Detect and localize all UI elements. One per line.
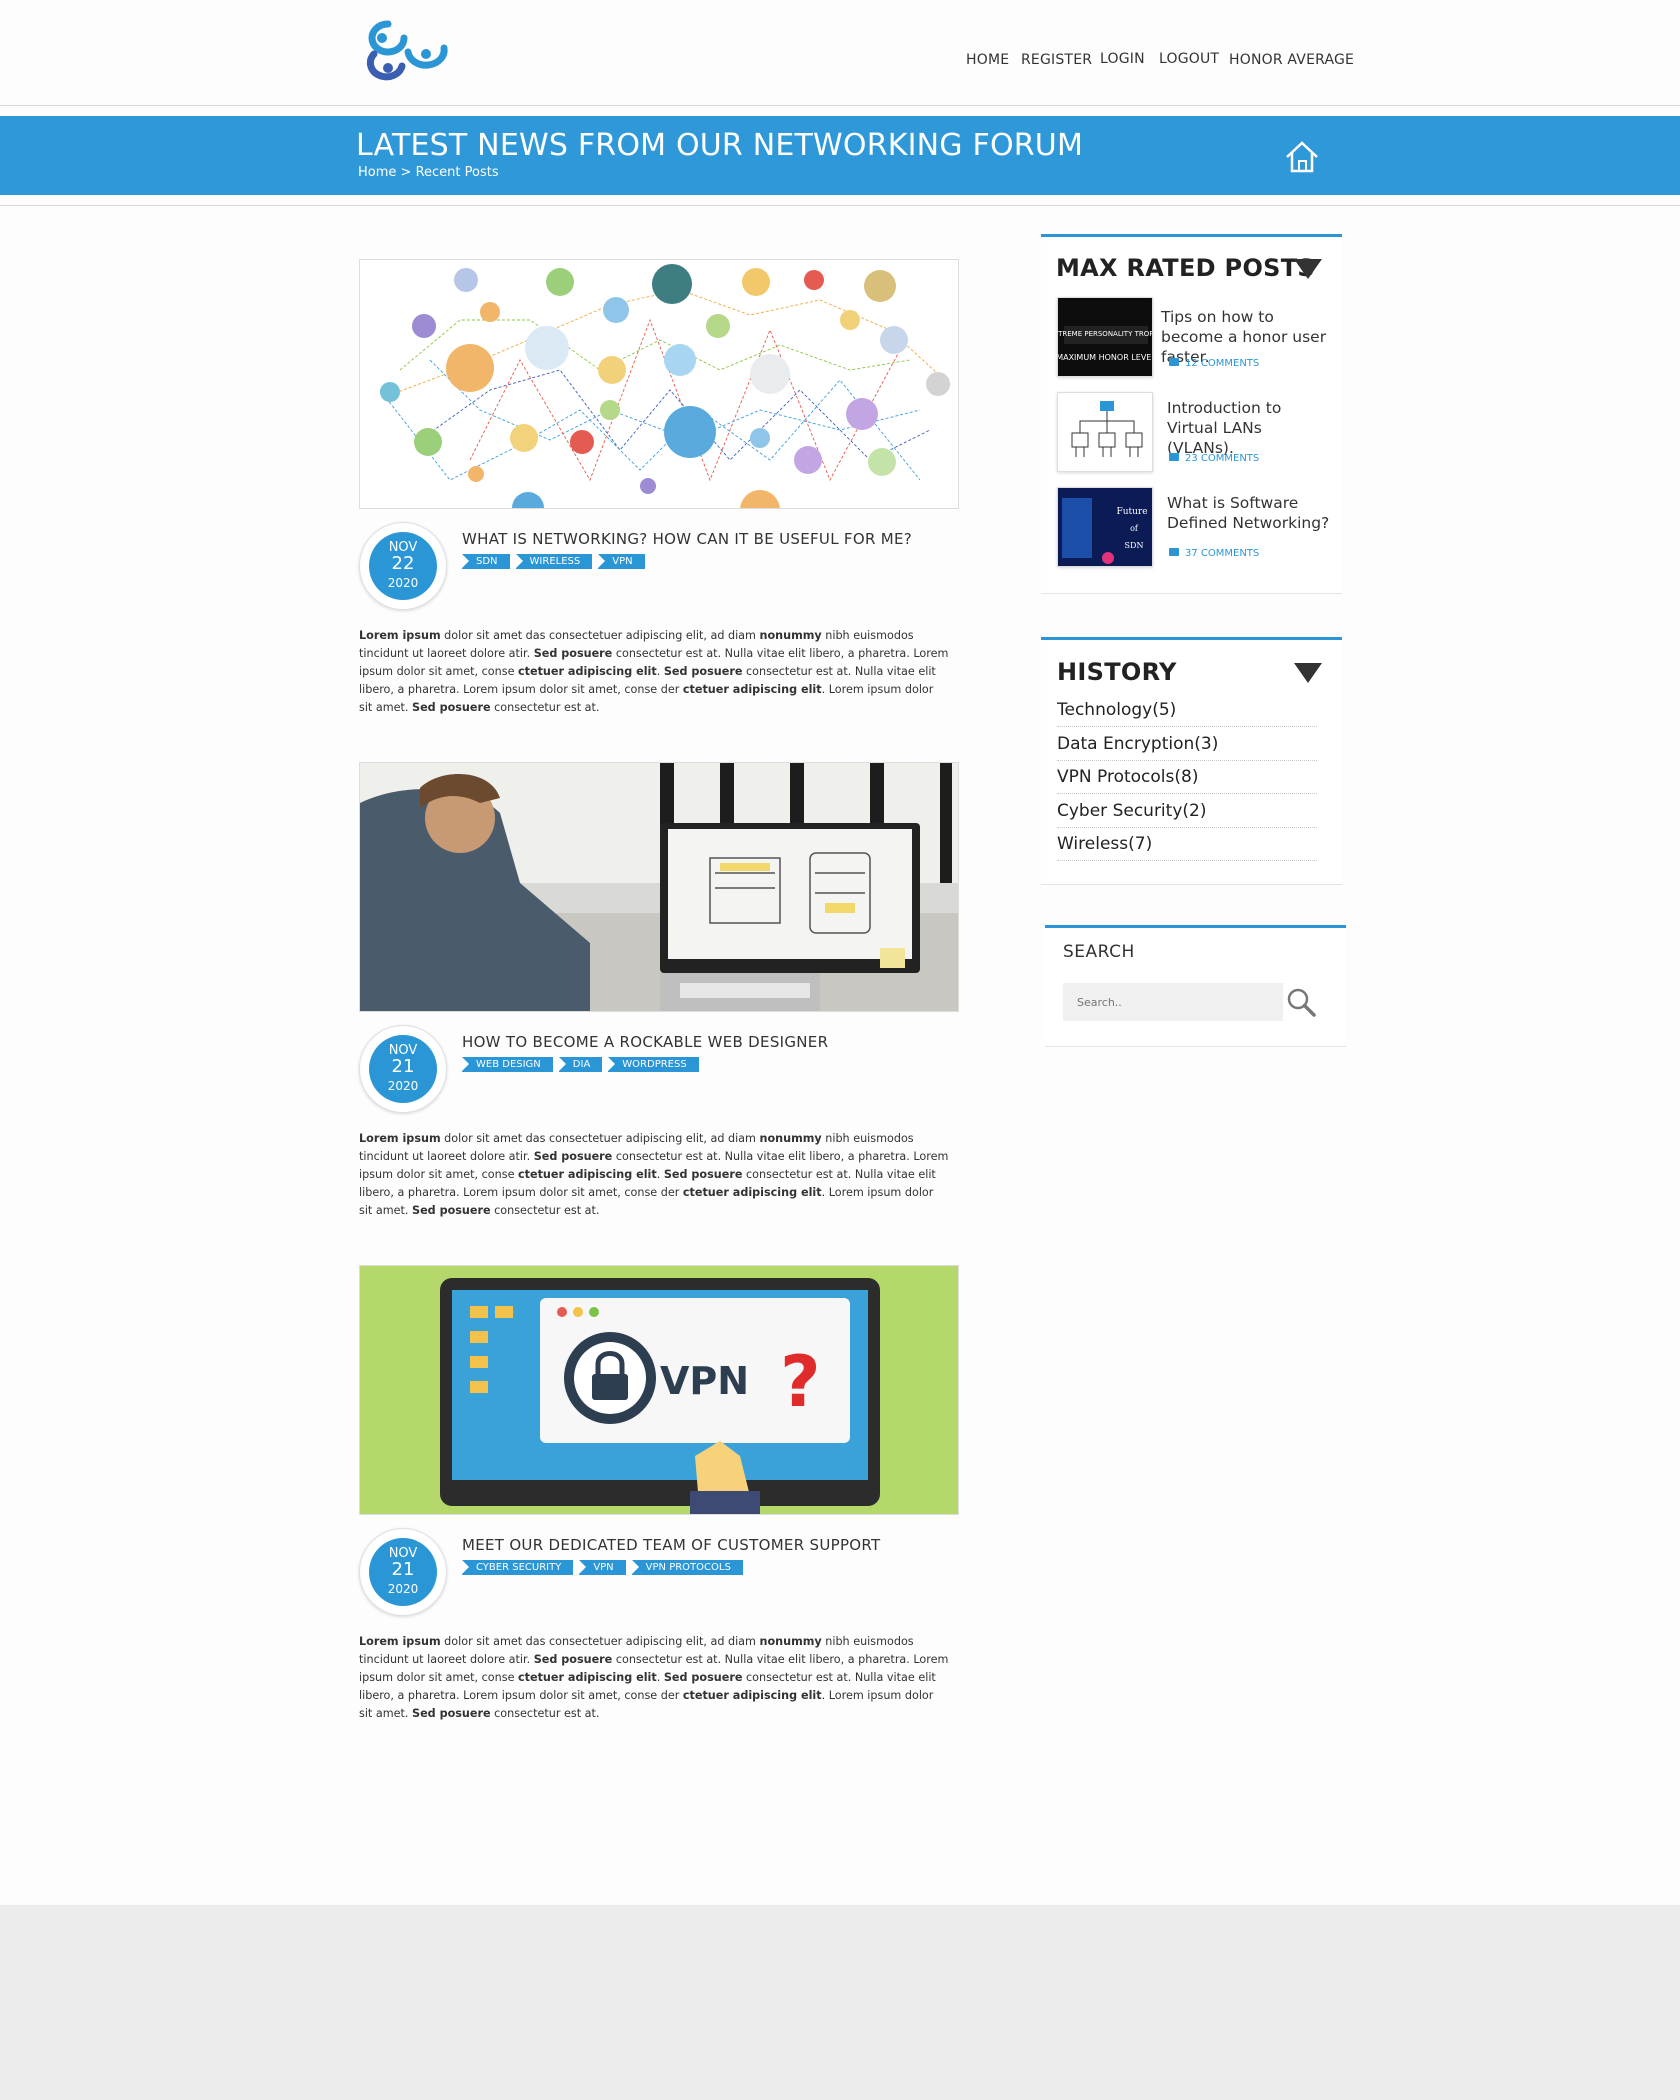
comment-icon <box>1169 453 1179 461</box>
post-date-year: 2020 <box>387 576 419 590</box>
tag-vpn[interactable]: VPN <box>598 554 645 569</box>
search-label: SEARCH <box>1063 942 1135 962</box>
post-image-web-designer[interactable] <box>359 762 959 1012</box>
max-rated-title: MAX RATED POSTS <box>1056 254 1315 282</box>
post-date-day: 21 <box>391 1559 415 1580</box>
breadcrumb: Home > Recent Posts <box>358 165 499 180</box>
post-date-year: 2020 <box>387 1582 419 1596</box>
rated-post-title[interactable]: What is Software Defined Networking? <box>1167 493 1332 533</box>
post-title[interactable]: MEET OUR DEDICATED TEAM OF CUSTOMER SUPP… <box>462 1536 881 1554</box>
tag-wireless[interactable]: WIRELESS <box>515 554 593 569</box>
tag-web-design[interactable]: WEB DESIGN <box>462 1057 553 1072</box>
post-date-year: 2020 <box>387 1079 419 1093</box>
history-item[interactable]: Cyber Security(2) <box>1057 795 1317 828</box>
header-divider <box>0 105 1680 106</box>
post-date-badge: NOV 21 2020 <box>359 1025 447 1113</box>
site-logo[interactable] <box>358 12 462 88</box>
breadcrumb-current: Recent Posts <box>415 165 499 180</box>
rated-post-thumb[interactable]: EXTREME PERSONALITY TROPHY MAXIMUM HONOR… <box>1057 297 1153 377</box>
nav-login[interactable]: LOGIN <box>1100 51 1145 67</box>
footer <box>0 1905 1680 2100</box>
rated-post-comments[interactable]: 37 COMMENTS <box>1169 548 1259 559</box>
caret-down-icon[interactable] <box>1294 259 1322 279</box>
thumb-text: Future <box>1116 507 1147 517</box>
caret-down-icon[interactable] <box>1294 663 1322 683</box>
search-input[interactable] <box>1063 983 1283 1021</box>
post-image-networking[interactable] <box>359 259 959 509</box>
search-widget: SEARCH <box>1045 925 1346 1047</box>
history-title: HISTORY <box>1057 658 1177 686</box>
page-title: LATEST NEWS FROM OUR NETWORKING FORUM <box>356 128 1084 163</box>
question-mark: ? <box>780 1341 821 1423</box>
tag-vpn-protocols[interactable]: VPN PROTOCOLS <box>631 1560 743 1575</box>
thumb-text: SDN <box>1125 541 1144 550</box>
breadcrumb-separator: > <box>400 165 412 180</box>
post-date-badge: NOV 21 2020 <box>359 1528 447 1616</box>
post-excerpt: Lorem ipsum dolor sit amet das consectet… <box>359 1132 949 1217</box>
post-tags: SDN WIRELESS VPN <box>462 554 645 570</box>
post-title[interactable]: WHAT IS NETWORKING? HOW CAN IT BE USEFUL… <box>462 530 912 548</box>
tag-cyber-security[interactable]: CYBER SECURITY <box>462 1560 574 1575</box>
post-title[interactable]: HOW TO BECOME A ROCKABLE WEB DESIGNER <box>462 1033 828 1051</box>
thumb-text: MAXIMUM HONOR LEVEL <box>1058 353 1153 362</box>
nav-register[interactable]: REGISTER <box>1021 52 1092 68</box>
post-tags: WEB DESIGN DIA WORDPRESS <box>462 1057 699 1073</box>
post-date-day: 21 <box>391 1056 415 1077</box>
post-excerpt: Lorem ipsum dolor sit amet das consectet… <box>359 1635 949 1720</box>
nav-honor-average[interactable]: HONOR AVERAGE <box>1229 52 1354 68</box>
vpn-label: VPN <box>660 1359 749 1403</box>
history-item[interactable]: Data Encryption(3) <box>1057 728 1317 761</box>
history-item[interactable]: VPN Protocols(8) <box>1057 761 1317 794</box>
thumb-text: EXTREME PERSONALITY TROPHY <box>1058 330 1153 338</box>
search-icon[interactable] <box>1285 986 1317 1018</box>
nav-logout[interactable]: LOGOUT <box>1159 51 1219 67</box>
rated-post-comments[interactable]: 12 COMMENTS <box>1169 358 1259 369</box>
post-date-badge: NOV 22 2020 <box>359 522 447 610</box>
post-excerpt: Lorem ipsum dolor sit amet das consectet… <box>359 629 949 714</box>
comment-icon <box>1169 548 1179 556</box>
comment-icon <box>1169 358 1179 366</box>
tag-wordpress[interactable]: WORDPRESS <box>608 1057 699 1072</box>
home-icon[interactable] <box>1284 138 1320 174</box>
post-date-day: 22 <box>391 553 415 574</box>
post-image-vpn[interactable]: VPN ? <box>359 1265 959 1515</box>
thumb-text: of <box>1130 524 1139 533</box>
history-item[interactable]: Technology(5) <box>1057 694 1317 727</box>
history-widget: HISTORY Technology(5) Data Encryption(3)… <box>1041 637 1342 885</box>
tag-sdn[interactable]: SDN <box>462 554 510 569</box>
breadcrumb-home[interactable]: Home <box>358 165 396 180</box>
tag-vpn[interactable]: VPN <box>579 1560 626 1575</box>
tag-dia[interactable]: DIA <box>558 1057 603 1072</box>
rated-post-title[interactable]: Introduction to Virtual LANs (VLANs). <box>1167 398 1332 458</box>
banner-divider <box>0 205 1680 206</box>
max-rated-widget: MAX RATED POSTS EXTREME PERSONALITY TROP… <box>1041 234 1342 594</box>
rated-post-thumb[interactable]: Future of SDN <box>1057 487 1153 567</box>
post-tags: CYBER SECURITY VPN VPN PROTOCOLS <box>462 1560 743 1576</box>
history-item[interactable]: Wireless(7) <box>1057 828 1317 861</box>
rated-post-comments[interactable]: 23 COMMENTS <box>1169 453 1259 464</box>
nav-home[interactable]: HOME <box>966 52 1009 68</box>
rated-post-thumb[interactable] <box>1057 392 1153 472</box>
